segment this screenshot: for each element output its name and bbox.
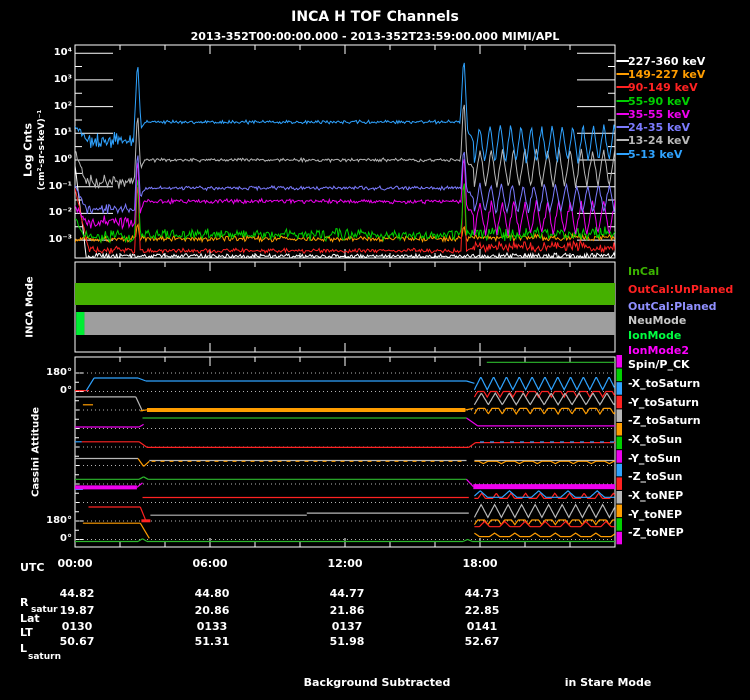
lt-value-0: 0130 (61, 620, 93, 633)
tof-ytick-2: 10² (53, 101, 72, 112)
tof-legend-2: 90-149 keV (628, 81, 698, 94)
footer-note-left: Background Subtracted (303, 676, 451, 689)
mode-legend-2: OutCal:Planed (628, 300, 717, 313)
footer-note-right: in Stare Mode (564, 676, 652, 689)
mode-legend-3: NeuMode (628, 314, 687, 327)
tof-legend-6: 13-24 keV (628, 134, 691, 147)
attitude-ytick-0: 180° (46, 367, 72, 378)
tof-ytick-5: 10⁻¹ (48, 181, 72, 192)
attitude-ytick-3: 0° (60, 533, 72, 544)
attitude-ytick-1: 0° (60, 385, 72, 396)
page-title: INCA H TOF Channels (291, 9, 459, 25)
attitude-legend-4: -X_toSun (628, 433, 683, 446)
tof-legend-4: 35-55 keV (628, 108, 691, 121)
attitude-legend-7: -X_toNEP (628, 489, 684, 502)
attitude-legend-3: -Z_toSaturn (628, 414, 701, 427)
attitude-legend-9: -Z_toNEP (628, 526, 684, 539)
plot-root: INCA H TOF Channels 2013-352T00:00:00.00… (0, 0, 750, 700)
lat-value-2: 21.86 (329, 604, 365, 617)
lt-value-3: 0141 (466, 620, 498, 633)
attitude-legend-5: -Y_toSun (628, 452, 681, 465)
tof-ytick-4: 10⁰ (53, 154, 72, 165)
tof-y-axis-units: (cm²-sr-s-keV)⁻¹ (37, 109, 47, 191)
tof-legend-3: 55-90 keV (628, 95, 691, 108)
lat-value-3: 22.85 (464, 604, 500, 617)
attitude-y-axis-label: Cassini Attitude (30, 406, 42, 498)
l-value-2: 51.98 (329, 635, 365, 648)
mode-legend-5: IonMode2 (628, 344, 689, 357)
tof-legend-1: 149-227 keV (628, 68, 706, 81)
l-value-1: 51.31 (194, 635, 230, 648)
lat-value-1: 20.86 (194, 604, 230, 617)
attitude-legend-6: -Z_toSun (628, 470, 683, 483)
row-label-lat: Lat (20, 612, 40, 625)
row-label-l: L (20, 642, 28, 655)
tof-legend-0: 227-360 keV (628, 55, 706, 68)
tof-ytick-3: 10¹ (53, 127, 72, 138)
utc-tick-2: 12:00 (327, 557, 363, 570)
tof-ytick-1: 10³ (53, 74, 72, 85)
page-subtitle: 2013-352T00:00:00.000 - 2013-352T23:59:0… (190, 30, 560, 43)
utc-tick-3: 18:00 (462, 557, 498, 570)
attitude-ytick-2: 180° (46, 515, 72, 526)
utc-tick-1: 06:00 (192, 557, 228, 570)
lt-value-2: 0137 (331, 620, 363, 633)
mode-legend-1: OutCal:UnPlaned (628, 283, 734, 296)
r-value-1: 44.80 (194, 587, 230, 600)
r-value-3: 44.73 (464, 587, 500, 600)
tof-legend-5: 24-35 keV (628, 121, 691, 134)
row-label-r: R (20, 596, 29, 609)
r-value-2: 44.77 (329, 587, 365, 600)
l-value-3: 52.67 (464, 635, 500, 648)
tof-legend-7: 5-13 keV (628, 148, 683, 161)
utc-axis-label: UTC (20, 561, 45, 574)
row-label-l-sub: saturn (28, 652, 61, 662)
tof-ytick-0: 10⁴ (53, 47, 72, 58)
mode-legend-0: InCal (628, 265, 660, 278)
attitude-legend-2: -Y_toSaturn (628, 396, 699, 409)
utc-tick-0: 00:00 (57, 557, 93, 570)
r-value-0: 44.82 (59, 587, 95, 600)
mode-legend-4: IonMode (628, 329, 682, 342)
mode-y-axis-label: INCA Mode (24, 276, 36, 338)
attitude-legend-8: -Y_toNEP (628, 508, 683, 521)
tof-ytick-6: 10⁻² (48, 207, 72, 218)
row-label-lt: LT (20, 626, 33, 639)
attitude-legend-1: -X_toSaturn (628, 377, 701, 390)
attitude-legend-0: Spin/P_CK (628, 358, 690, 371)
l-value-0: 50.67 (59, 635, 95, 648)
tof-ytick-7: 10⁻³ (48, 234, 72, 245)
lt-value-1: 0133 (196, 620, 228, 633)
lat-value-0: 19.87 (59, 604, 95, 617)
